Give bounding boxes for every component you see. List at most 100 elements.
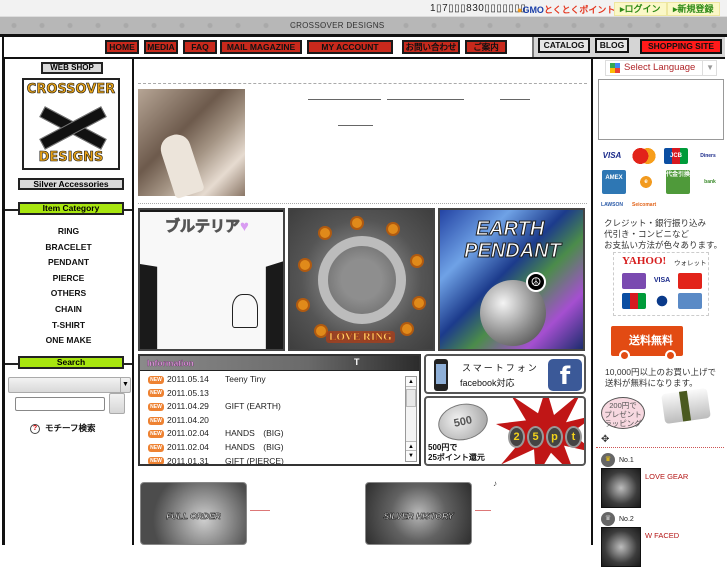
left-sidebar: WEB SHOP CROSSOVER DESIGNS Silver Access…	[2, 59, 134, 545]
shopping-site-button[interactable]: SHOPPING SITE	[640, 39, 722, 54]
diners-club-icon	[650, 293, 674, 309]
flower	[316, 326, 326, 336]
jcb-icon: JCB	[664, 148, 688, 164]
category-others[interactable]: OTHERS	[5, 286, 132, 302]
news-row[interactable]: NEW 2011.02.04 HANDS (BIG)	[140, 441, 405, 455]
ranking-item-name[interactable]: LOVE GEAR	[645, 472, 688, 481]
nav-my-account[interactable]: MY ACCOUNT	[307, 40, 393, 54]
wheel	[619, 350, 630, 361]
bull-terrier-tshirt-banner[interactable]: ブルテリア♥	[138, 208, 285, 351]
item-category-heading: Item Category	[18, 202, 124, 215]
scroll-up-icon[interactable]: ▲	[406, 441, 416, 451]
main-content: ブルテリア♥ LOVE RING EARTH PENDANT ☮ Informa…	[134, 59, 593, 545]
flower	[412, 256, 422, 266]
news-scrollbar[interactable]: ▲ ▲ ▼	[405, 376, 417, 462]
flower	[298, 300, 308, 310]
silver-history-banner[interactable]: SILVER HISTORY	[365, 482, 472, 545]
point-coin: 5	[527, 426, 544, 448]
link-underline[interactable]	[500, 99, 530, 100]
chevron-down-icon[interactable]: ▼	[120, 378, 130, 392]
point-coin: p	[546, 426, 563, 448]
link-underline[interactable]	[387, 99, 464, 100]
news-row[interactable]: NEW 2011.04.29 GIFT (EARTH)	[140, 400, 405, 414]
category-one-make[interactable]: ONE MAKE	[5, 333, 132, 349]
scroll-up-icon[interactable]: ▲	[406, 377, 416, 387]
love-ring-banner[interactable]: LOVE RING	[288, 208, 435, 351]
point-coin: 2	[508, 426, 525, 448]
link-underline[interactable]	[250, 510, 270, 511]
nav-faq[interactable]: FAQ	[183, 40, 217, 54]
category-pierce[interactable]: PIERCE	[5, 271, 132, 287]
link-underline[interactable]	[308, 99, 381, 100]
news-row[interactable]: NEW 2011.05.14 Teeny Tiny	[140, 373, 405, 387]
information-t-label: T	[354, 357, 360, 367]
flower	[414, 298, 424, 308]
heart-icon: ♥	[240, 218, 249, 235]
search-input[interactable]	[15, 397, 105, 411]
news-row[interactable]: NEW 2011.04.20	[140, 414, 405, 428]
ranking-item-image[interactable]	[601, 468, 641, 508]
nav-contact[interactable]: お問い合わせ	[402, 40, 460, 54]
flower	[388, 224, 398, 234]
pendant-title: PENDANT	[464, 240, 562, 263]
external-links-zone: CATALOG BLOG SHOPPING SITE	[532, 37, 725, 57]
crossover-designs-logo[interactable]: CROSSOVER DESIGNS	[22, 78, 120, 170]
earth-title: EARTH	[475, 218, 545, 241]
category-pendant[interactable]: PENDANT	[5, 255, 132, 271]
category-bracelet[interactable]: BRACELET	[5, 240, 132, 256]
visa-icon: VISA	[602, 151, 622, 160]
category-list: RING BRACELET PENDANT PIERCE OTHERS CHAI…	[5, 224, 132, 349]
nav-media[interactable]: MEDIA	[144, 40, 178, 54]
new-badge: NEW	[148, 375, 164, 384]
nav-home[interactable]: HOME	[105, 40, 139, 54]
news-row[interactable]: NEW 2011.02.04 HANDS (BIG)	[140, 427, 405, 441]
yahoo-wallet-box[interactable]: YAHOO! ウォレット VISA	[613, 252, 709, 316]
catalog-button[interactable]: CATALOG	[538, 38, 590, 53]
new-badge: NEW	[148, 457, 164, 464]
e-collect-icon: e	[634, 174, 658, 190]
music-note-icon: ♪	[493, 479, 497, 488]
cash-on-delivery-icon: 代金引換	[666, 170, 690, 194]
facebook-icon: f	[548, 359, 582, 391]
diners-club-icon: Diners	[700, 153, 716, 159]
earth-pendant-banner[interactable]: EARTH PENDANT ☮	[438, 208, 585, 351]
smartphone-facebook-banner[interactable]: スマートフォン facebook対応 f	[424, 354, 586, 394]
category-chain[interactable]: CHAIN	[5, 302, 132, 318]
flower	[352, 218, 362, 228]
crown-gold-icon: ♛	[601, 453, 615, 467]
nav-mail-magazine[interactable]: MAIL MAGAZINE	[220, 40, 302, 54]
search-button[interactable]	[109, 393, 125, 414]
link-underline[interactable]	[338, 125, 373, 126]
amex-icon	[678, 293, 702, 309]
category-ring[interactable]: RING	[5, 224, 132, 240]
free-shipping-text: 10,000円以上のお買い上げで 送料が無料になります。	[605, 367, 716, 388]
visitor-counter: 1▯7▯▯▯830▯▯▯▯▯▯▯	[430, 3, 527, 14]
select-language-dropdown[interactable]: Select Language ▼	[605, 60, 717, 76]
login-button[interactable]: ▸ログイン	[614, 2, 667, 16]
search-category-select[interactable]: ▼	[8, 377, 131, 393]
gift-wrapping-bubble[interactable]: 200円で プレゼント ラッピング	[601, 397, 645, 429]
register-button[interactable]: ▸新規登録	[667, 2, 720, 16]
news-row[interactable]: NEW 2011.01.31 GIFT (PIERCE)	[140, 455, 405, 464]
nav-guide[interactable]: ご案内	[465, 40, 507, 54]
mastercard-icon	[678, 273, 702, 289]
jcb-icon	[622, 293, 646, 309]
link-underline[interactable]	[475, 510, 491, 511]
yahoo-logo: YAHOO!	[622, 255, 667, 267]
move-cross-icon: ✥	[601, 434, 610, 445]
category-t-shirt[interactable]: T-SHIRT	[5, 318, 132, 334]
blog-button[interactable]: BLOG	[595, 38, 629, 53]
ranking-item-name[interactable]: W FACED	[645, 531, 679, 540]
gmo-points-logo[interactable]: ●GMOとくとくポイント	[517, 3, 615, 16]
scroll-down-icon[interactable]: ▼	[406, 451, 416, 461]
scroll-thumb[interactable]	[406, 389, 416, 407]
information-header: Information T	[140, 356, 419, 371]
points-campaign-banner[interactable]: 500 2 5 p t 500円で 25ポイント還元	[424, 396, 586, 466]
magnifier-question-icon: ?	[30, 423, 40, 434]
ranking-item-image[interactable]	[601, 527, 641, 567]
motif-search-link[interactable]: ? モチーフ検索	[30, 422, 96, 434]
full-order-banner[interactable]: FULL ORDER	[140, 482, 247, 545]
news-row[interactable]: NEW 2011.05.13	[140, 387, 405, 401]
search-heading: Search	[18, 356, 124, 369]
chevron-down-icon[interactable]: ▼	[702, 61, 714, 75]
